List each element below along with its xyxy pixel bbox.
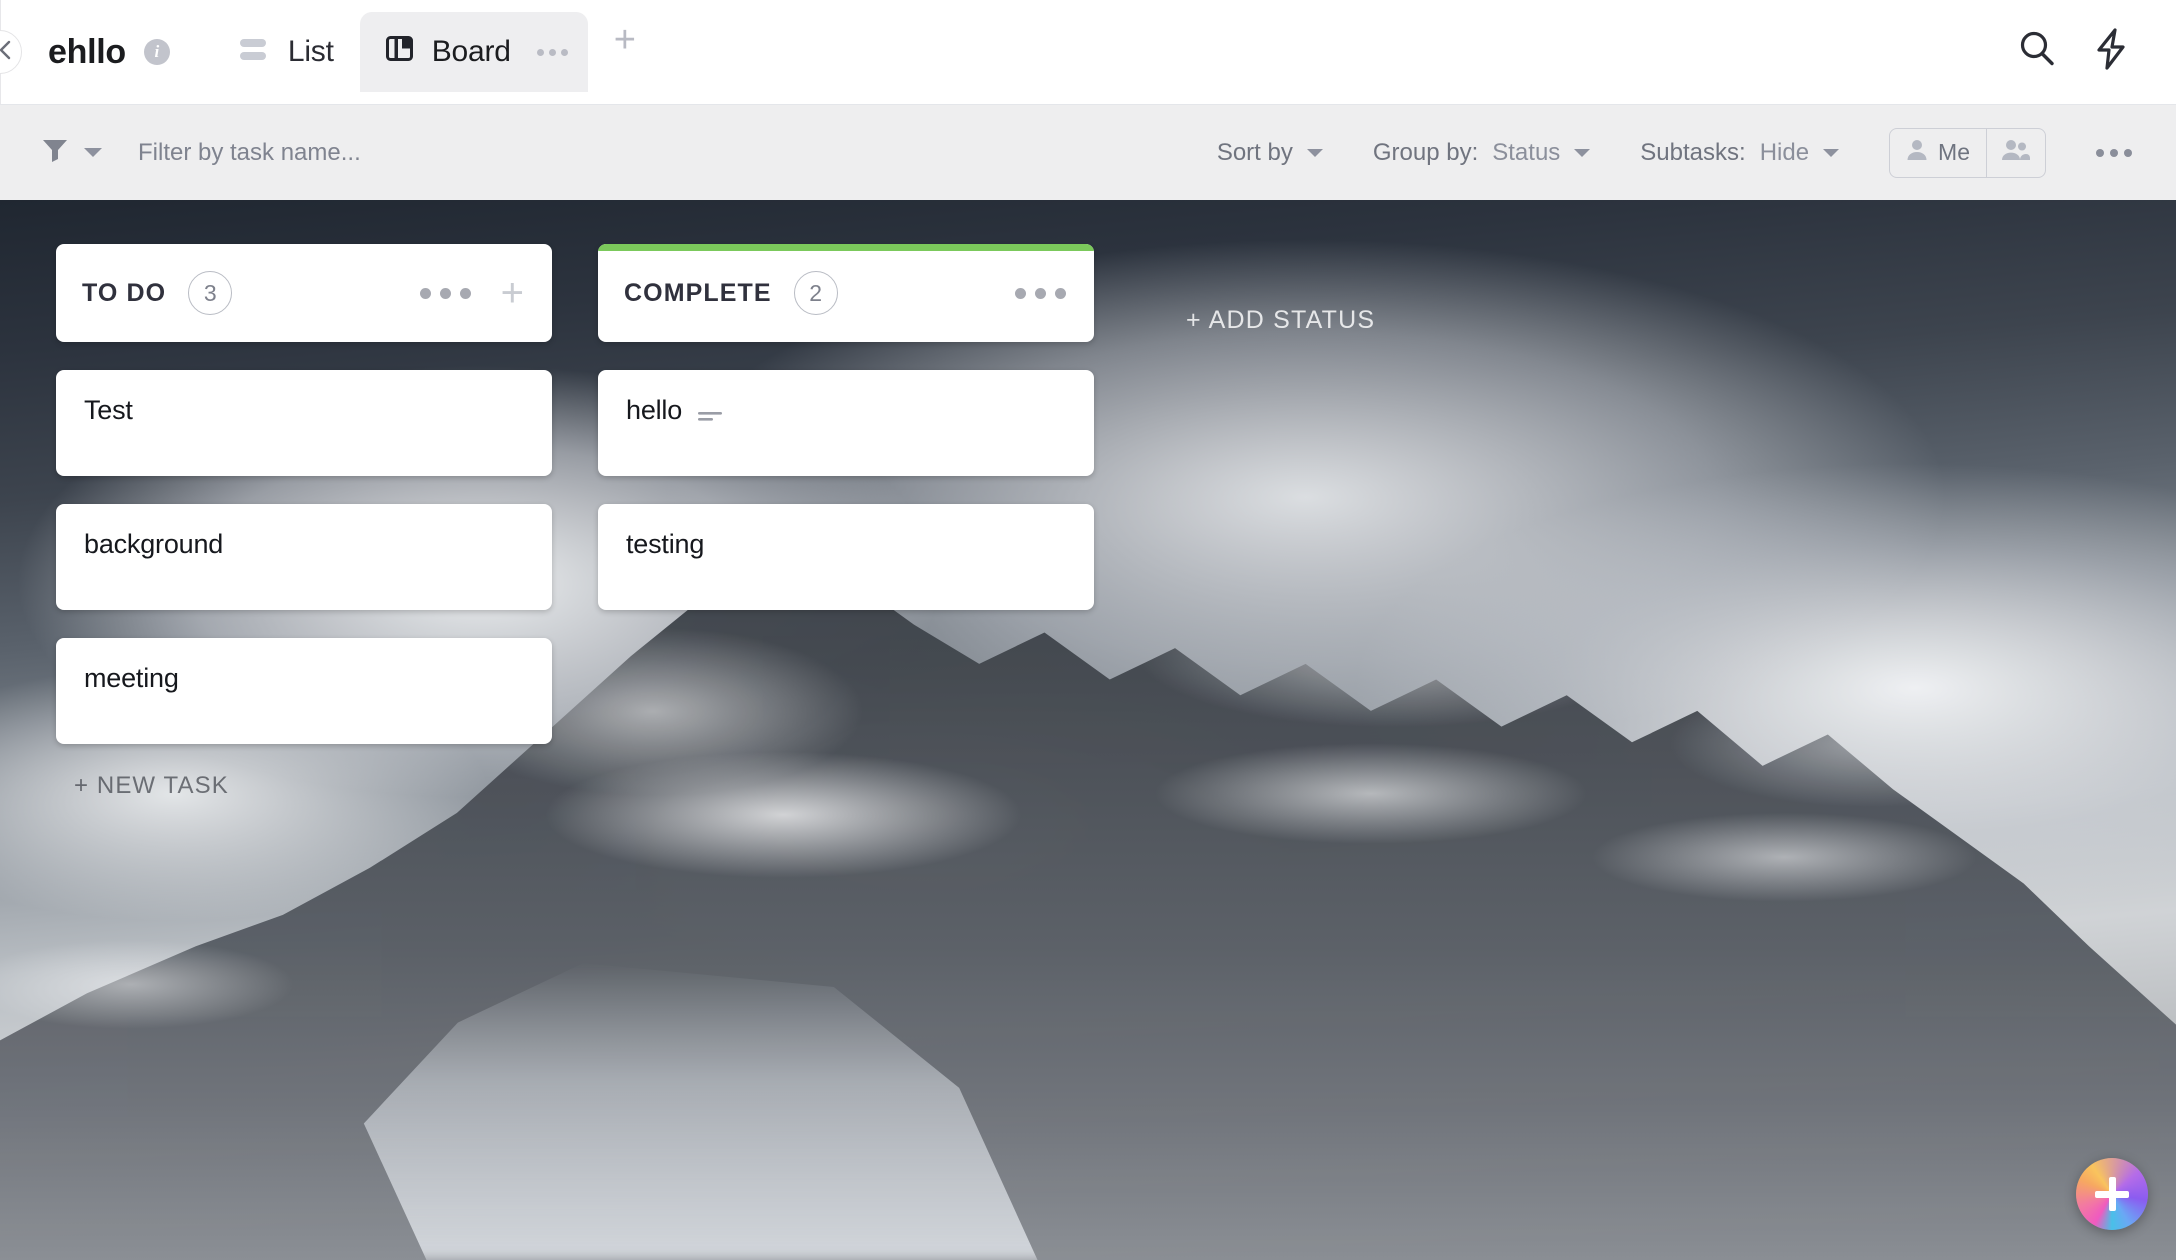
board-columns: TO DO 3 + Test background meeting + NEW [0, 200, 2176, 800]
subtasks-value: Hide [1759, 138, 1810, 166]
tab-board[interactable]: Board [359, 12, 588, 92]
task-card-title: hello [626, 395, 683, 425]
board-canvas: TO DO 3 + Test background meeting + NEW [0, 200, 2176, 1260]
filter-me-button[interactable]: Me [1890, 129, 1986, 177]
list-view-icon [238, 35, 272, 70]
column-accent-bar-complete [598, 244, 1094, 251]
task-card[interactable]: Test [56, 370, 552, 476]
column-menu-icon-todo[interactable] [419, 287, 471, 299]
task-card-title: Test [84, 395, 133, 425]
board-view-icon [385, 35, 416, 70]
column-count-complete: 2 [793, 271, 838, 315]
subtasks-button[interactable]: Subtasks: Hide [1640, 138, 1840, 167]
view-tab-bar: ehllo i List Board + [0, 0, 2176, 104]
new-task-button[interactable]: + NEW TASK [56, 772, 552, 800]
group-by-chevron-down-icon [1574, 148, 1591, 157]
sort-by-button[interactable]: Sort by [1217, 139, 1323, 167]
column-accent-bar-todo [56, 244, 552, 251]
sort-by-label: Sort by [1216, 138, 1293, 166]
task-card[interactable]: testing [598, 504, 1094, 610]
board-toolbar: Sort by Group by: Status Subtasks: Hide [0, 104, 2176, 200]
person-icon [1906, 138, 1928, 168]
subtasks-label: Subtasks: [1640, 138, 1746, 166]
column-name-todo: TO DO [82, 278, 167, 307]
column-count-todo: 3 [188, 271, 233, 315]
chevron-left-icon [0, 39, 13, 66]
add-status-button[interactable]: + ADD STATUS [1186, 306, 1375, 335]
tab-list-label: List [287, 35, 334, 68]
task-card-title: testing [626, 529, 705, 559]
filter-chevron-down-icon[interactable] [84, 148, 102, 157]
column-add-task-icon-todo[interactable]: + [501, 273, 524, 313]
group-by-button[interactable]: Group by: Status [1372, 138, 1591, 167]
column-header-complete[interactable]: COMPLETE 2 [598, 244, 1094, 342]
task-card[interactable]: hello [598, 370, 1094, 476]
tab-board-label: Board [431, 35, 511, 68]
task-card-title: background [84, 529, 224, 559]
column-menu-icon-complete[interactable] [1015, 287, 1066, 299]
task-description-icon [698, 410, 724, 429]
task-card-title: meeting [84, 663, 179, 693]
page-title: ehllo [48, 32, 126, 71]
column-header-todo[interactable]: TO DO 3 + [56, 244, 552, 342]
sort-by-chevron-down-icon [1306, 148, 1323, 157]
task-card[interactable]: background [56, 504, 552, 610]
column-actions-todo: + [419, 273, 524, 313]
lightning-bolt-icon[interactable] [2094, 27, 2128, 76]
filter-funnel-icon[interactable] [40, 135, 70, 170]
toolbar-more-icon[interactable] [2096, 148, 2132, 157]
people-group-icon [2001, 138, 2031, 168]
info-icon[interactable]: i [143, 39, 170, 65]
column-name-complete: COMPLETE [624, 278, 772, 307]
group-by-value: Status [1492, 138, 1561, 166]
clickup-board-app: ehllo i List Board + Filter by task name… [0, 0, 2176, 1260]
header-actions [2016, 27, 2176, 76]
assignee-filter-segmented-control: Me [1889, 127, 2046, 178]
search-icon[interactable] [2016, 28, 2058, 75]
board-tab-menu-icon[interactable] [536, 48, 568, 56]
filter-me-label: Me [1938, 139, 1970, 165]
column-actions-complete [1015, 287, 1066, 299]
board-column-complete: COMPLETE 2 hello testing [598, 244, 1094, 610]
quick-create-button[interactable] [2076, 1158, 2148, 1230]
filter-input[interactable] [138, 138, 658, 167]
group-by-label: Group by: [1372, 138, 1479, 166]
subtasks-chevron-down-icon [1823, 148, 1840, 157]
board-column-todo: TO DO 3 + Test background meeting + NEW [56, 244, 552, 800]
add-view-button[interactable]: + [588, 21, 662, 59]
task-card[interactable]: meeting [56, 638, 552, 744]
tab-list[interactable]: List [212, 12, 360, 92]
filter-control[interactable] [40, 135, 658, 170]
toolbar-right-controls: Sort by Group by: Status Subtasks: Hide [1217, 127, 2132, 178]
filter-everyone-button[interactable] [1986, 128, 2045, 177]
